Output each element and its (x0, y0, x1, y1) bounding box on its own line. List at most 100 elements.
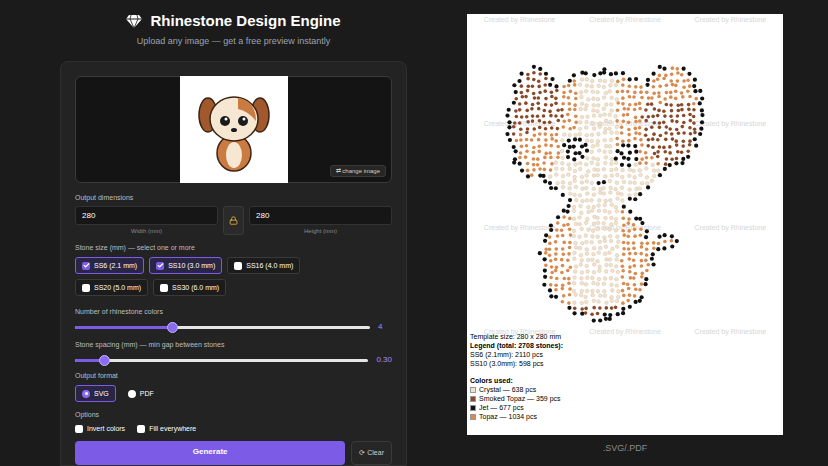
rhinestone-dot (573, 151, 577, 155)
rhinestone-dot (629, 276, 633, 280)
clear-button[interactable]: ⟳ Clear (351, 441, 392, 465)
rhinestone-dot (662, 121, 666, 125)
rhinestone-dot (620, 163, 624, 167)
rhinestone-dot (568, 198, 572, 202)
change-image-button[interactable]: ⇄ change image (330, 165, 386, 177)
option-checkbox[interactable]: Fill everywhere (137, 424, 196, 433)
rhinestone-dot (604, 91, 608, 95)
rhinestone-dot (590, 133, 594, 137)
rhinestone-dot (609, 263, 613, 267)
rhinestone-dot (542, 161, 546, 165)
rhinestone-dot (580, 102, 584, 106)
rhinestone-dot (616, 173, 620, 177)
checkbox[interactable] (234, 262, 242, 270)
generate-button[interactable]: Generate (75, 441, 345, 465)
format-radio[interactable]: SVG (75, 385, 116, 402)
dimension-input[interactable]: 280 (249, 206, 392, 225)
checkbox[interactable] (75, 425, 83, 433)
rhinestone-dot (556, 145, 560, 149)
option-checkbox[interactable]: Invert colors (75, 424, 125, 433)
rhinestone-dot (544, 152, 548, 156)
rhinestone-dot (677, 109, 681, 113)
rhinestone-dot (574, 265, 578, 269)
rhinestone-dot (532, 65, 536, 69)
rhinestone-dot (682, 131, 686, 135)
rhinestone-dot (533, 133, 537, 137)
slider-track[interactable] (75, 326, 370, 329)
rhinestone-dot (514, 97, 518, 101)
rhinestone-dot (623, 107, 627, 111)
rhinestone-dot (700, 113, 704, 117)
rhinestone-dot (650, 179, 654, 183)
rhinestone-dot (669, 91, 673, 95)
slider-track[interactable] (75, 359, 368, 362)
rhinestone-dot (658, 101, 662, 105)
rhinestone-dot (603, 290, 607, 294)
rhinestone-dot (651, 115, 655, 119)
rhinestone-dot (692, 84, 696, 88)
format-radio[interactable]: PDF (121, 385, 161, 402)
rhinestone-dot (548, 110, 552, 114)
stone-size-chip[interactable]: SS6 (2.1 mm) (75, 257, 144, 274)
rhinestone-dot (634, 272, 638, 276)
rhinestone-dot (603, 150, 607, 154)
rhinestone-dot (604, 245, 608, 249)
rhinestone-dot (562, 119, 566, 123)
checkbox[interactable] (137, 425, 145, 433)
rhinestone-dot (640, 242, 644, 246)
rhinestone-dot (544, 251, 548, 255)
rhinestone-dot (608, 258, 612, 262)
rhinestone-dot (680, 150, 684, 154)
rhinestone-dot (569, 265, 573, 269)
rhinestone-dot (608, 113, 612, 117)
stone-size-chip[interactable]: SS30 (6.0 mm) (153, 279, 226, 296)
legend-size: SS10 (3.0mm): 598 pcs (470, 359, 780, 368)
rhinestone-dot (620, 131, 624, 135)
checkbox[interactable] (160, 284, 168, 292)
rhinestone-dot (572, 73, 576, 77)
rhinestone-dot (605, 301, 609, 305)
rhinestone-dot (633, 91, 637, 95)
slider-thumb[interactable] (167, 322, 178, 333)
rhinestone-dot (634, 85, 638, 89)
stone-size-chip[interactable]: SS20 (5.0 mm) (75, 279, 148, 296)
rhinestone-dot (614, 205, 618, 209)
rhinestone-dot (573, 301, 577, 305)
rhinestone-dot (584, 126, 588, 130)
rhinestone-dot (598, 318, 602, 322)
rhinestone-dot (641, 272, 645, 276)
rhinestone-dot (578, 138, 582, 142)
rhinestone-dot (569, 90, 573, 94)
checkbox[interactable] (82, 284, 90, 292)
rhinestone-dot (604, 127, 608, 131)
rhinestone-dot (584, 89, 588, 93)
rhinestone-dot (554, 247, 558, 251)
checkbox[interactable] (156, 262, 164, 270)
upload-area[interactable]: ⇄ change image (75, 76, 392, 183)
rhinestone-dot (671, 83, 675, 87)
rhinestone-dot (604, 144, 608, 148)
checkbox[interactable] (82, 262, 90, 270)
stone-size-chip[interactable]: SS16 (4.0 mm) (227, 257, 300, 274)
rhinestone-dot (591, 258, 595, 262)
rhinestone-dot (591, 144, 595, 148)
rhinestone-dot (542, 283, 546, 287)
rhinestone-dot (604, 119, 608, 123)
rhinestone-dot (596, 289, 600, 293)
rhinestone-dot (580, 258, 584, 262)
rhinestone-dot (664, 162, 668, 166)
rhinestone-dot (634, 163, 638, 167)
rhinestone-dot (615, 98, 619, 102)
rhinestone-dot (616, 80, 620, 84)
dimension-input[interactable]: 280 (75, 206, 218, 225)
legend: Template size: 280 x 280 mmLegend (total… (467, 332, 783, 421)
rhinestone-dot (596, 162, 600, 166)
slider-thumb[interactable] (99, 355, 110, 366)
uploaded-image (180, 76, 288, 183)
rhinestone-dot (620, 259, 624, 263)
stone-size-chip[interactable]: SS10 (3.0 mm) (149, 257, 222, 274)
rhinestone-dot (608, 228, 612, 232)
aspect-lock-button[interactable] (223, 206, 244, 235)
rhinestone-dot (651, 145, 655, 149)
rhinestone-dot (543, 268, 547, 272)
